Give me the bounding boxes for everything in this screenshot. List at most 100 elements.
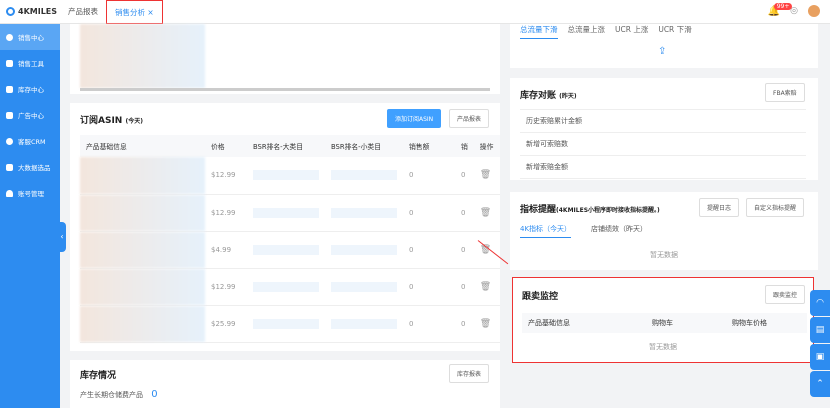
collapse-sidebar-button[interactable]: ‹ bbox=[58, 222, 66, 252]
sidebar-item-sales-tools[interactable]: 销售工具 bbox=[0, 50, 60, 76]
tab-traffic-down[interactable]: 总流量下滑 bbox=[520, 24, 558, 39]
document-button[interactable]: ▤ bbox=[810, 317, 830, 343]
col-sales[interactable]: 销售额 bbox=[403, 135, 455, 157]
long-storage-label: 产生长期仓储费产品 bbox=[80, 391, 143, 399]
reconcile-row: 新增可索赔数 bbox=[520, 132, 806, 155]
bsr-major bbox=[247, 305, 325, 343]
sales: 0 bbox=[403, 231, 455, 269]
col-buybox-price: 购物车价格 bbox=[732, 319, 767, 327]
col-product[interactable]: 产品基础信息 bbox=[80, 135, 205, 157]
customer-service-button[interactable]: ◠ bbox=[810, 290, 830, 316]
sales: 0 bbox=[403, 157, 455, 195]
inventory-report-button[interactable]: 库存报表 bbox=[449, 364, 490, 383]
sales-2: 0 bbox=[455, 194, 474, 232]
bsr-major bbox=[247, 268, 325, 306]
upload-icon[interactable]: ⇪ bbox=[658, 46, 666, 57]
avatar[interactable] bbox=[808, 5, 820, 17]
follow-monitor-button[interactable]: 跟卖监控 bbox=[765, 285, 806, 304]
sidebar-item-sales-center[interactable]: 销售中心 bbox=[0, 24, 60, 50]
bsr-minor bbox=[325, 268, 403, 306]
empty-state: 暂无数据 bbox=[650, 251, 678, 259]
traffic-card: 总流量下滑 总流量上涨 UCR 上涨 UCR 下滑 ⇪ bbox=[510, 24, 818, 68]
user-icon bbox=[6, 189, 13, 197]
tab-ucr-down[interactable]: UCR 下滑 bbox=[658, 24, 691, 39]
sales: 0 bbox=[403, 305, 455, 343]
product-info[interactable] bbox=[80, 194, 205, 232]
horizontal-scrollbar[interactable] bbox=[80, 88, 490, 91]
data-icon bbox=[6, 163, 13, 171]
col-price[interactable]: 价格 bbox=[205, 135, 247, 157]
col-more[interactable]: 销 bbox=[455, 135, 474, 157]
inventory-reconcile-card: 库存对账 (昨天) FBA索赔 历史索赔累计金额 新增可索赔数 新增索赔金额 bbox=[510, 78, 818, 180]
sales: 0 bbox=[403, 268, 455, 306]
price: $12.99 bbox=[205, 268, 247, 306]
sales: 0 bbox=[403, 194, 455, 232]
delete-icon[interactable]: 🗑 bbox=[473, 305, 500, 343]
headset-icon bbox=[6, 137, 13, 145]
custom-alert-button[interactable]: 自定义指标提醒 bbox=[746, 198, 805, 217]
bsr-minor bbox=[325, 194, 403, 232]
tab-traffic-up[interactable]: 总流量上涨 bbox=[568, 24, 606, 39]
reconcile-row: 历史索赔累计金额 bbox=[520, 109, 806, 132]
bsr-major bbox=[247, 231, 325, 269]
product-report-button[interactable]: 产品报表 bbox=[449, 109, 490, 128]
bsr-major bbox=[247, 194, 325, 232]
asin-table: 产品基础信息 价格 BSR排名-大类目 BSR排名-小类目 销售额 销 操作 $… bbox=[80, 135, 500, 343]
inventory-title: 库存情况 bbox=[80, 371, 117, 381]
tab-store-performance[interactable]: 店铺绩效（昨天） bbox=[591, 224, 647, 238]
table-row: $25.99 0 0 🗑 bbox=[80, 305, 500, 343]
partial-table-card bbox=[70, 24, 500, 94]
sidebar-item-account[interactable]: 账号管理 bbox=[0, 180, 60, 206]
bsr-minor bbox=[325, 305, 403, 343]
col-bsr-major[interactable]: BSR排名-大类目 bbox=[247, 135, 325, 157]
reconcile-title: 库存对账 (昨天) bbox=[520, 91, 577, 101]
col-buybox: 购物车 bbox=[652, 319, 673, 327]
grid-icon bbox=[6, 59, 13, 67]
product-info[interactable] bbox=[80, 305, 205, 343]
tab-4k-metrics[interactable]: 4K指标（今天） bbox=[520, 224, 572, 238]
fba-claim-button[interactable]: FBA索赔 bbox=[765, 83, 805, 102]
delete-icon[interactable]: 🗑 bbox=[473, 194, 500, 232]
reconcile-row: 新增索赔金额 bbox=[520, 155, 806, 178]
tab-product-report[interactable]: 产品报表 bbox=[60, 0, 106, 24]
logo-icon bbox=[6, 7, 15, 16]
long-storage-value[interactable]: 0 bbox=[151, 389, 157, 400]
delete-icon[interactable]: 🗑 bbox=[473, 268, 500, 306]
tab-sales-analysis[interactable]: 销售分析 × bbox=[106, 0, 163, 24]
sales-2: 0 bbox=[455, 231, 474, 269]
delete-icon[interactable]: 🗑 bbox=[473, 231, 500, 269]
bell-icon[interactable]: 🔔 99+ bbox=[768, 2, 793, 17]
top-bar: 4KMILES 产品报表 销售分析 × 🔔 99+ ◎ bbox=[0, 0, 830, 24]
table-row: $12.99 0 0 🗑 bbox=[80, 157, 500, 195]
product-info[interactable] bbox=[80, 268, 205, 306]
close-icon[interactable]: × bbox=[147, 8, 153, 17]
sidebar-item-big-data[interactable]: 大数据选品 bbox=[0, 154, 60, 180]
subscribed-asin-card: 订阅ASIN (今天) 添加订阅ASIN 产品报表 产品基础信息 价格 BSR排… bbox=[70, 103, 500, 351]
sidebar-item-crm[interactable]: 客服CRM bbox=[0, 128, 60, 154]
sales-2: 0 bbox=[455, 305, 474, 343]
bsr-major bbox=[247, 157, 325, 195]
col-bsr-minor[interactable]: BSR排名-小类目 bbox=[325, 135, 403, 157]
col-action: 操作 bbox=[473, 135, 500, 157]
product-info[interactable] bbox=[80, 231, 205, 269]
back-to-top-button[interactable]: ⌃ bbox=[810, 371, 830, 397]
sidebar-item-inventory[interactable]: 库存中心 bbox=[0, 76, 60, 102]
col-product: 产品基础信息 bbox=[528, 319, 570, 327]
sidebar-item-ads[interactable]: 广告中心 bbox=[0, 102, 60, 128]
pie-chart-icon bbox=[6, 33, 13, 41]
table-row: $12.99 0 0 🗑 bbox=[80, 194, 500, 232]
product-info[interactable] bbox=[80, 157, 205, 195]
add-asin-button[interactable]: 添加订阅ASIN bbox=[387, 109, 442, 128]
bsr-minor bbox=[325, 231, 403, 269]
bsr-minor bbox=[325, 157, 403, 195]
delete-icon[interactable]: 🗑 bbox=[473, 157, 500, 195]
sales-2: 0 bbox=[455, 157, 474, 195]
clipboard-button[interactable]: ▣ bbox=[810, 344, 830, 370]
logo[interactable]: 4KMILES bbox=[0, 7, 60, 16]
alert-log-button[interactable]: 提醒日志 bbox=[699, 198, 740, 217]
table-header: 产品基础信息 价格 BSR排名-大类目 BSR排名-小类目 销售额 销 操作 bbox=[80, 135, 500, 157]
asin-title: 订阅ASIN (今天) bbox=[80, 116, 143, 126]
empty-state: 暂无数据 bbox=[649, 343, 677, 351]
alert-title: 指标提醒(4KMILES小程序即时接收指标提醒。) bbox=[520, 205, 660, 215]
tab-ucr-up[interactable]: UCR 上涨 bbox=[615, 24, 648, 39]
